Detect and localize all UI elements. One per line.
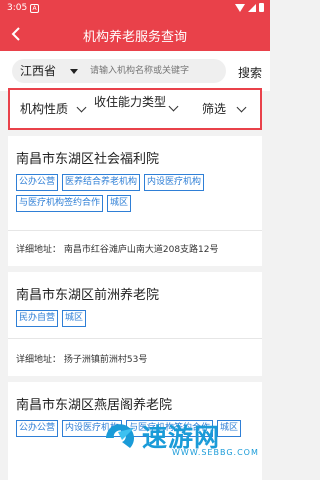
app-header: 机构养老服务查询 — [0, 18, 270, 51]
filter-capacity-type[interactable]: 收住能力类型 — [94, 95, 179, 112]
battery-icon — [259, 3, 264, 12]
tag-list: 民办自营 城区 — [16, 310, 256, 327]
status-bar: 3:05 A — [0, 0, 270, 18]
notification-badge: A — [30, 4, 39, 13]
chevron-down-icon — [236, 102, 247, 113]
status-time: 3:05 — [7, 3, 28, 13]
institution-address: 详细地址： 南昌市红谷滩庐山南大道208支路12号 — [16, 245, 219, 255]
province-label: 江西省 — [20, 64, 57, 78]
institution-address: 详细地址： 扬子洲镇前洲村53号 — [16, 355, 148, 365]
watermark-url: WWW.SEBBG.COM — [172, 448, 259, 457]
institution-name: 南昌市东湖区社会福利院 — [16, 152, 160, 167]
search-button[interactable]: 搜索 — [238, 64, 262, 81]
tag: 民办自营 — [16, 310, 59, 327]
tag: 公办公营 — [16, 174, 59, 191]
caret-down-icon — [70, 69, 78, 74]
filter-institution-nature[interactable]: 机构性质 — [20, 102, 87, 117]
chevron-down-icon — [76, 102, 87, 113]
watermark: 速游网 WWW.SEBBG.COM — [100, 418, 265, 468]
system-icons — [235, 3, 264, 12]
institution-card[interactable]: 南昌市东湖区社会福利院 公办公营 医养结合养老机构 内设医疗机构 与医疗机构签约… — [8, 136, 262, 266]
divider — [8, 338, 262, 339]
tag: 内设医疗机构 — [144, 174, 205, 191]
filter-label: 收住能力类型 — [94, 95, 167, 109]
divider — [8, 230, 262, 231]
province-select[interactable]: 江西省 — [12, 59, 84, 83]
search-input[interactable] — [84, 59, 226, 83]
filter-label: 机构性质 — [20, 102, 69, 116]
filter-screen[interactable]: 筛选 — [202, 102, 247, 117]
tag: 医养结合养老机构 — [62, 174, 141, 191]
tag-list: 公办公营 医养结合养老机构 内设医疗机构 与医疗机构签约合作 城区 — [16, 174, 256, 212]
institution-card[interactable]: 南昌市东湖区前洲养老院 民办自营 城区 详细地址： 扬子洲镇前洲村53号 — [8, 272, 262, 376]
filter-label: 筛选 — [202, 102, 227, 116]
search-row: 江西省 搜索 — [0, 51, 270, 91]
tag: 与医疗机构签约合作 — [16, 195, 104, 212]
signal-icon — [248, 3, 256, 12]
watermark-logo-icon — [106, 424, 134, 448]
institution-name: 南昌市东湖区前洲养老院 — [16, 288, 160, 303]
institution-name: 南昌市东湖区燕居阁养老院 — [16, 398, 173, 413]
chevron-down-icon — [168, 101, 179, 112]
wifi-icon — [235, 3, 245, 12]
filter-bar: 机构性质 收住能力类型 筛选 — [8, 88, 262, 130]
tag: 公办公营 — [16, 420, 59, 437]
tag: 城区 — [107, 195, 132, 212]
page-title: 机构养老服务查询 — [82, 30, 187, 45]
tag: 城区 — [62, 310, 87, 327]
